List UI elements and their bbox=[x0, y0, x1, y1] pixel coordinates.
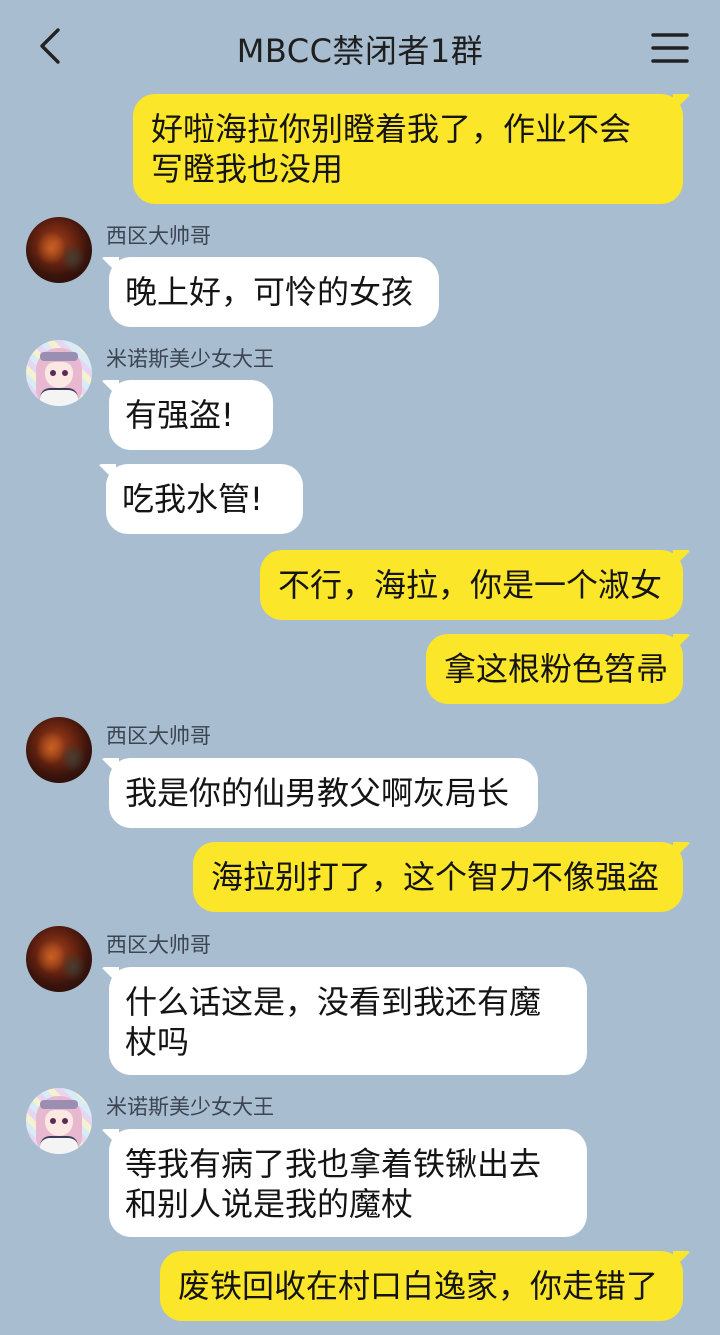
outgoing-message-bubble[interactable]: 好啦海拉你别瞪着我了，作业不会 写瞪我也没用 bbox=[133, 94, 683, 204]
sender-name: 西区大帅哥 bbox=[106, 224, 211, 248]
incoming-message-bubble[interactable]: 等我有病了我也拿着铁锹出去 和别人说是我的魔杖 bbox=[109, 1129, 587, 1237]
incoming-message-bubble[interactable]: 吃我水管! bbox=[106, 464, 303, 534]
message-text-line: 写瞪我也没用 bbox=[151, 150, 344, 188]
avatar-xiqu[interactable] bbox=[26, 926, 92, 992]
message-text-line: 好啦海拉你别瞪着我了，作业不会 bbox=[151, 110, 632, 148]
incoming-message-bubble[interactable]: 我是你的仙男教父啊灰局长 bbox=[109, 758, 538, 828]
message-text-line: 什么话这是，没看到我还有魔 bbox=[125, 983, 542, 1021]
outgoing-message-bubble[interactable]: 拿这根粉色笤帚 bbox=[426, 634, 683, 704]
message-text-line: 有强盗! bbox=[125, 396, 234, 434]
message-text-line: 等我有病了我也拿着铁锹出去 bbox=[125, 1145, 542, 1183]
outgoing-message-bubble[interactable]: 不行，海拉，你是一个淑女 bbox=[260, 550, 683, 620]
message-text-line: 杖吗 bbox=[125, 1023, 190, 1061]
incoming-message-bubble[interactable]: 晚上好，可怜的女孩 bbox=[109, 257, 439, 327]
chat-title: MBCC禁闭者1群 bbox=[236, 32, 484, 70]
message-text-line: 拿这根粉色笤帚 bbox=[444, 650, 669, 688]
message-text-line: 晚上好，可怜的女孩 bbox=[125, 273, 414, 311]
sender-name: 西区大帅哥 bbox=[106, 933, 211, 957]
chat-header: MBCC禁闭者1群 bbox=[0, 0, 720, 92]
sender-name: 西区大帅哥 bbox=[106, 724, 211, 748]
avatar-xiqu[interactable] bbox=[26, 717, 92, 783]
sender-name: 米诺斯美少女大王 bbox=[106, 1095, 274, 1119]
avatar-minos[interactable] bbox=[26, 1088, 92, 1154]
hamburger-menu-icon bbox=[651, 33, 689, 63]
avatar-minos[interactable] bbox=[26, 340, 92, 406]
outgoing-message-bubble[interactable]: 废铁回收在村口白逸家，你走错了 bbox=[160, 1251, 683, 1321]
message-text-line: 我是你的仙男教父啊灰局长 bbox=[125, 774, 510, 812]
message-text-line: 海拉别打了，这个智力不像强盗 bbox=[211, 858, 660, 896]
message-text-line: 不行，海拉，你是一个淑女 bbox=[278, 566, 663, 604]
message-text-line: 和别人说是我的魔杖 bbox=[125, 1185, 414, 1223]
sender-name: 米诺斯美少女大王 bbox=[106, 347, 274, 371]
message-text-line: 废铁回收在村口白逸家，你走错了 bbox=[178, 1267, 659, 1305]
incoming-message-bubble[interactable]: 有强盗! bbox=[109, 380, 273, 450]
outgoing-message-bubble[interactable]: 海拉别打了，这个智力不像强盗 bbox=[193, 842, 683, 912]
avatar-xiqu[interactable] bbox=[26, 217, 92, 283]
message-text-line: 吃我水管! bbox=[122, 480, 263, 518]
menu-button[interactable] bbox=[650, 28, 690, 68]
incoming-message-bubble[interactable]: 什么话这是，没看到我还有魔 杖吗 bbox=[109, 967, 587, 1075]
